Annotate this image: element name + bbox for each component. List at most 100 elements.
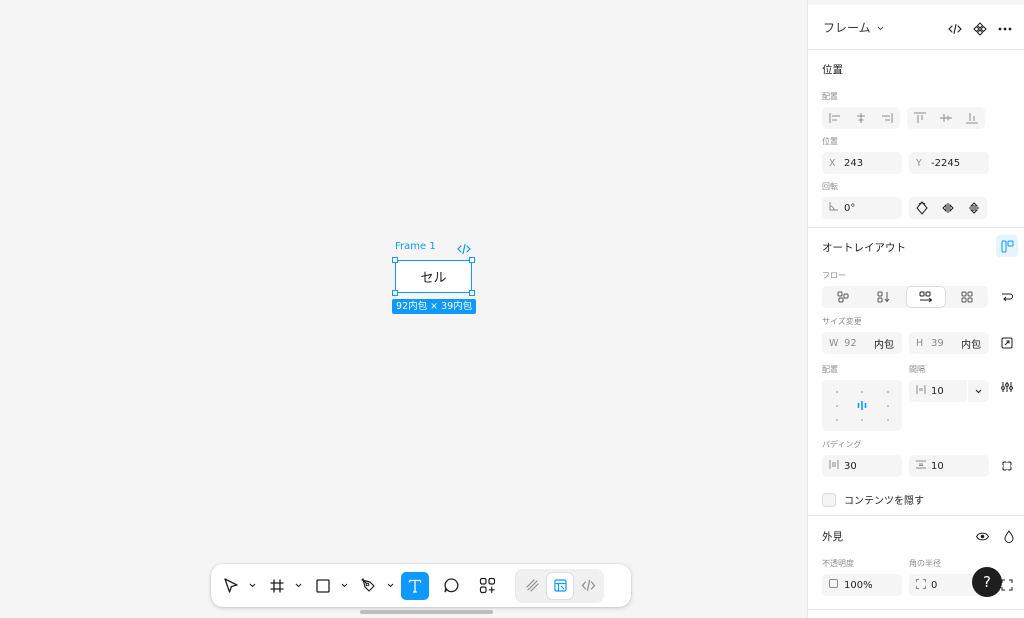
padding-h-icon: [829, 460, 844, 472]
layout-settings-icon[interactable]: [996, 376, 1018, 398]
padding-h-value[interactable]: 30: [844, 461, 857, 472]
h-mode[interactable]: 内包: [961, 336, 981, 351]
opacity-label: 不透明度: [822, 559, 854, 568]
resize-label: サイズ変更: [822, 317, 862, 326]
draw-mode-button[interactable]: [519, 573, 545, 599]
resize-handle-top-left[interactable]: [392, 257, 398, 263]
frame-tool-button[interactable]: [263, 572, 291, 600]
resize-handle-bottom-right[interactable]: [469, 290, 475, 296]
padding-v-value[interactable]: 10: [931, 461, 944, 472]
chevron-down-icon[interactable]: [337, 572, 351, 600]
align-bottom-icon[interactable]: [959, 107, 985, 129]
canvas[interactable]: Frame 1 セル 92内包 × 39内包: [0, 0, 807, 618]
align-right-icon[interactable]: [874, 107, 900, 129]
align-top-icon[interactable]: [907, 107, 933, 129]
chevron-down-icon[interactable]: [291, 572, 305, 600]
width-input[interactable]: W 92 内包: [822, 332, 902, 354]
selected-frame[interactable]: セル: [395, 260, 472, 293]
mode-switcher: [515, 568, 604, 603]
y-value[interactable]: -2245: [931, 158, 960, 169]
flip-horizontal-icon[interactable]: [935, 197, 961, 219]
eye-icon[interactable]: [971, 525, 993, 547]
help-button[interactable]: ?: [972, 567, 1002, 597]
rotate-icon[interactable]: [909, 197, 935, 219]
horizontal-align-group: [822, 107, 900, 129]
padding-horizontal-input[interactable]: 30: [822, 455, 902, 477]
x-input[interactable]: X 243: [822, 152, 902, 174]
height-input[interactable]: H 39 内包: [909, 332, 989, 354]
align-middle-icon[interactable]: [933, 107, 959, 129]
comment-tool-button[interactable]: [437, 572, 465, 600]
corner-radius-icon: [916, 578, 931, 592]
x-prefix: X: [829, 157, 836, 169]
component-icon[interactable]: [970, 19, 989, 38]
draw-icon: [525, 579, 539, 592]
resize-options-icon[interactable]: [996, 332, 1018, 354]
pen-tool-button[interactable]: [355, 572, 383, 600]
resize-handle-bottom-left[interactable]: [392, 290, 398, 296]
code-icon[interactable]: [457, 240, 471, 255]
shape-tool-button[interactable]: [309, 572, 337, 600]
chevron-down-icon[interactable]: [245, 572, 259, 600]
clip-content-label[interactable]: コンテンツを隠す: [844, 492, 924, 507]
padding-v-icon: [916, 460, 931, 472]
drop-icon[interactable]: [998, 525, 1020, 547]
clip-content-checkbox[interactable]: [822, 492, 836, 507]
hash-frame-icon: [270, 579, 284, 592]
panel-title[interactable]: フレーム: [823, 19, 871, 36]
text-tool-button[interactable]: [401, 571, 429, 600]
flow-horizontal-icon[interactable]: [906, 287, 945, 307]
position-section: 位置 配置 位置 X 243 Y -2245 回転 0°: [808, 50, 1024, 228]
move-tool-button[interactable]: [217, 572, 245, 600]
dev-mode-button[interactable]: [575, 573, 601, 599]
rotation-label: 回転: [822, 182, 838, 191]
x-value[interactable]: 243: [844, 158, 863, 169]
w-value[interactable]: 92: [844, 338, 857, 349]
flow-group: [822, 286, 988, 308]
code-icon: [581, 579, 595, 592]
padding-vertical-input[interactable]: 10: [909, 455, 989, 477]
gap-label: 間隔: [909, 365, 925, 374]
chevron-down-icon[interactable]: [383, 572, 397, 600]
alignment-grid[interactable]: [822, 380, 902, 431]
y-prefix: Y: [916, 157, 922, 169]
align-left-icon[interactable]: [822, 107, 848, 129]
text-icon: [408, 579, 422, 593]
flow-vertical-icon[interactable]: [865, 286, 903, 308]
opacity-value[interactable]: 100%: [844, 580, 873, 591]
rectangle-icon: [316, 578, 330, 593]
vertical-align-group: [907, 107, 985, 129]
code-icon[interactable]: [945, 19, 964, 38]
rotation-input[interactable]: 0°: [822, 197, 902, 219]
flow-grid-icon[interactable]: [948, 286, 986, 308]
individual-padding-icon[interactable]: [996, 455, 1018, 477]
gap-value[interactable]: 10: [931, 386, 944, 397]
autolayout-toggle-icon[interactable]: [996, 235, 1018, 257]
transform-group: [909, 197, 987, 219]
frame-name-label[interactable]: Frame 1: [395, 241, 436, 252]
flow-freeform-icon[interactable]: [824, 286, 862, 308]
radius-value[interactable]: 0: [931, 580, 937, 591]
components-plus-icon: [479, 577, 495, 594]
rotation-value[interactable]: 0°: [844, 203, 855, 214]
w-mode[interactable]: 内包: [874, 336, 894, 351]
more-icon[interactable]: [995, 19, 1014, 38]
opacity-input[interactable]: 100%: [822, 574, 902, 596]
section-title: オートレイアウト: [822, 242, 906, 254]
h-value[interactable]: 39: [931, 338, 944, 349]
actions-tool-button[interactable]: [473, 572, 501, 600]
flip-vertical-icon[interactable]: [961, 197, 987, 219]
chevron-down-icon[interactable]: [967, 380, 989, 402]
design-mode-button[interactable]: [547, 572, 573, 599]
chevron-down-icon[interactable]: [877, 21, 884, 34]
align-center-icon: [857, 401, 867, 410]
gap-icon: [916, 385, 931, 397]
gap-input[interactable]: 10: [909, 380, 989, 402]
autolayout-section: オートレイアウト フロー サイズ変更 W 92 内包 H 39 内包 配置 間隔…: [808, 228, 1024, 516]
frame-text[interactable]: セル: [420, 267, 446, 286]
y-input[interactable]: Y -2245: [909, 152, 989, 174]
flow-label: フロー: [822, 271, 846, 280]
align-center-h-icon[interactable]: [848, 107, 874, 129]
wrap-icon[interactable]: [996, 286, 1018, 308]
resize-handle-top-right[interactable]: [469, 257, 475, 263]
